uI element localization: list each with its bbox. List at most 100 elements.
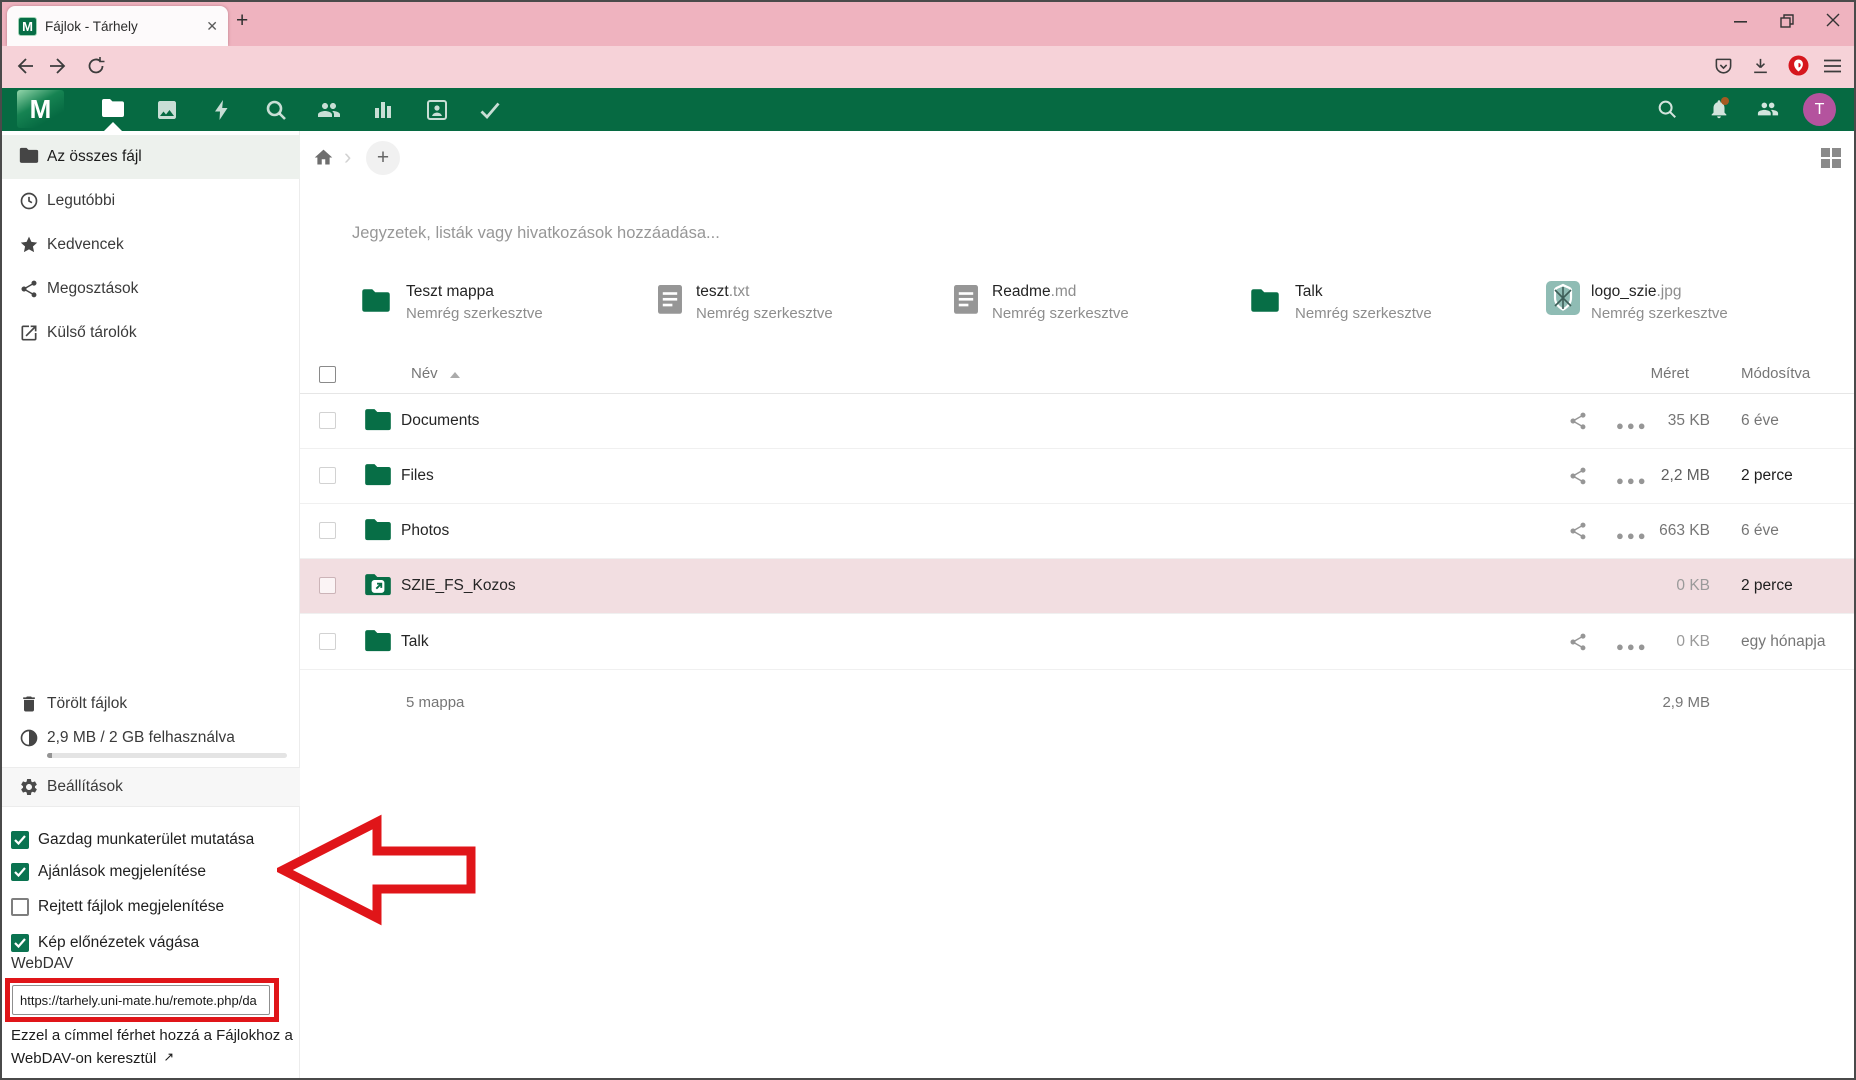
browser-tab[interactable]: M Fájlok - Tárhely ✕: [7, 6, 228, 46]
reload-button[interactable]: [86, 56, 106, 76]
table-row-files[interactable]: Files ●●● 2,2 MB 2 perce: [300, 449, 1856, 504]
summary-total-size: 2,9 MB: [1662, 694, 1710, 711]
contacts-menu-icon[interactable]: [1757, 98, 1779, 120]
column-header-modified[interactable]: Módosítva: [1741, 365, 1810, 382]
file-table-summary: 5 mappa 2,9 MB: [300, 694, 1856, 724]
tab-title: Fájlok - Tárhely: [45, 19, 206, 34]
share-icon[interactable]: [1568, 411, 1588, 431]
column-header-name[interactable]: Név: [411, 365, 460, 382]
activity-app-icon[interactable]: [210, 98, 234, 122]
folder-icon: [364, 518, 392, 543]
row-checkbox[interactable]: [319, 633, 336, 650]
share-icon[interactable]: [1568, 632, 1588, 652]
annotation-highlight-box: [5, 978, 279, 1022]
checkbox-checked-icon[interactable]: [11, 934, 29, 952]
actions-menu-icon[interactable]: ●●●: [1616, 528, 1649, 543]
window-minimize-button[interactable]: [1734, 20, 1747, 23]
photos-app-icon[interactable]: [155, 98, 179, 122]
add-new-button[interactable]: +: [366, 141, 400, 175]
option-rich-workspace[interactable]: Gazdag munkaterület mutatása: [11, 828, 254, 852]
new-tab-button[interactable]: +: [236, 9, 248, 33]
breadcrumb-home-icon[interactable]: [313, 147, 334, 168]
window-restore-button[interactable]: [1780, 14, 1794, 28]
actions-menu-icon[interactable]: ●●●: [1616, 418, 1649, 433]
checkbox-checked-icon[interactable]: [11, 863, 29, 881]
forward-button[interactable]: [49, 56, 69, 76]
markdown-file-icon: [954, 285, 978, 315]
share-icon[interactable]: [1568, 466, 1588, 486]
sidebar-item-quota[interactable]: 2,9 MB / 2 GB felhasználva: [0, 720, 300, 756]
checkbox-checked-icon[interactable]: [11, 831, 29, 849]
actions-menu-icon[interactable]: ●●●: [1616, 639, 1649, 654]
sidebar-item-shares[interactable]: Megosztások: [0, 267, 300, 311]
search-app-icon[interactable]: [264, 98, 288, 122]
table-row-photos[interactable]: Photos ●●● 663 KB 6 éve: [300, 504, 1856, 559]
sidebar-item-all-files[interactable]: Az összes fájl: [0, 135, 300, 179]
sidebar-item-favorites[interactable]: Kedvencek: [0, 223, 300, 267]
table-row-documents[interactable]: Documents ●●● 35 KB 6 éve: [300, 394, 1856, 449]
folder-icon: [19, 147, 39, 167]
file-table-header: Név Méret Módosítva: [300, 355, 1856, 394]
option-crop-previews[interactable]: Kép előnézetek vágása: [11, 931, 199, 955]
sort-ascending-icon: [450, 372, 460, 378]
webdav-label: WebDAV: [11, 955, 73, 973]
text-file-icon: [658, 285, 682, 315]
pocket-icon[interactable]: [1714, 57, 1733, 76]
gear-icon: [19, 777, 39, 797]
row-checkbox[interactable]: [319, 412, 336, 429]
files-main: › + Jegyzetek, listák vagy hivatkozások …: [300, 131, 1856, 1080]
site-favicon: M: [18, 17, 37, 36]
row-checkbox[interactable]: [319, 467, 336, 484]
grid-view-toggle-icon[interactable]: [1821, 148, 1841, 168]
clock-icon: [19, 191, 39, 211]
column-header-size[interactable]: Méret: [1651, 365, 1689, 382]
folder-icon: [364, 408, 392, 433]
summary-folder-count: 5 mappa: [406, 694, 464, 711]
option-recommendations[interactable]: Ajánlások megjelenítése: [11, 860, 206, 884]
window-close-button[interactable]: [1826, 13, 1840, 27]
search-icon[interactable]: [1656, 98, 1678, 120]
screenshot-frame: M Fájlok - Tárhely ✕ +: [0, 0, 1856, 1080]
external-link-icon[interactable]: [161, 1052, 174, 1065]
contacts-app-icon[interactable]: [317, 98, 341, 122]
browser-titlebar: M Fájlok - Tárhely ✕ +: [0, 0, 1856, 46]
files-app-icon[interactable]: [101, 98, 125, 122]
breadcrumb-chevron-icon: ›: [344, 144, 351, 170]
select-all-checkbox[interactable]: [319, 366, 336, 383]
analytics-app-icon[interactable]: [371, 98, 395, 122]
mate-logo[interactable]: M: [17, 90, 64, 128]
nextcloud-header: M: [0, 88, 1856, 131]
share-icon[interactable]: [1568, 521, 1588, 541]
tasks-app-icon[interactable]: [478, 98, 502, 122]
rich-workspace-placeholder[interactable]: Jegyzetek, listák vagy hivatkozások hozz…: [352, 224, 720, 243]
trash-icon: [19, 694, 39, 714]
folder-icon: [1250, 288, 1280, 313]
menu-hamburger-icon[interactable]: [1824, 59, 1841, 73]
extension-icon[interactable]: [1788, 55, 1809, 76]
option-hidden-files[interactable]: Rejtett fájlok megjelenítése: [11, 895, 224, 919]
user-avatar[interactable]: T: [1803, 93, 1836, 126]
star-icon: [19, 235, 39, 255]
external-storage-icon: [19, 323, 39, 343]
browser-toolbar: https://tarhely.uni-mate.hu/index.php/ap…: [0, 46, 1856, 88]
tab-close-button[interactable]: ✕: [206, 18, 218, 35]
sidebar-item-recent[interactable]: Legutóbbi: [0, 179, 300, 223]
active-app-pointer: [104, 122, 122, 131]
settings-toggle[interactable]: Beállítások: [0, 767, 300, 807]
downloads-icon[interactable]: [1751, 56, 1770, 76]
table-row-talk[interactable]: Talk ●●● 0 KB egy hónapja: [300, 615, 1856, 670]
back-button[interactable]: [14, 56, 34, 76]
sidebar-item-external-storage[interactable]: Külső tárolók: [0, 311, 300, 355]
row-checkbox[interactable]: [319, 522, 336, 539]
folder-icon: [361, 288, 391, 313]
checkbox-unchecked-icon[interactable]: [11, 898, 29, 916]
actions-menu-icon[interactable]: ●●●: [1616, 473, 1649, 488]
notifications-bell-icon[interactable]: [1708, 98, 1730, 120]
quota-progress-bar: [47, 753, 287, 758]
share-icon: [19, 279, 39, 299]
contact-card-app-icon[interactable]: [425, 98, 449, 122]
row-checkbox[interactable]: [319, 577, 336, 594]
table-row-szie-fs-kozos[interactable]: SZIE_FS_Kozos 0 KB 2 perce: [300, 559, 1856, 614]
quota-pie-icon: [19, 728, 39, 748]
shared-folder-icon: [364, 573, 392, 598]
